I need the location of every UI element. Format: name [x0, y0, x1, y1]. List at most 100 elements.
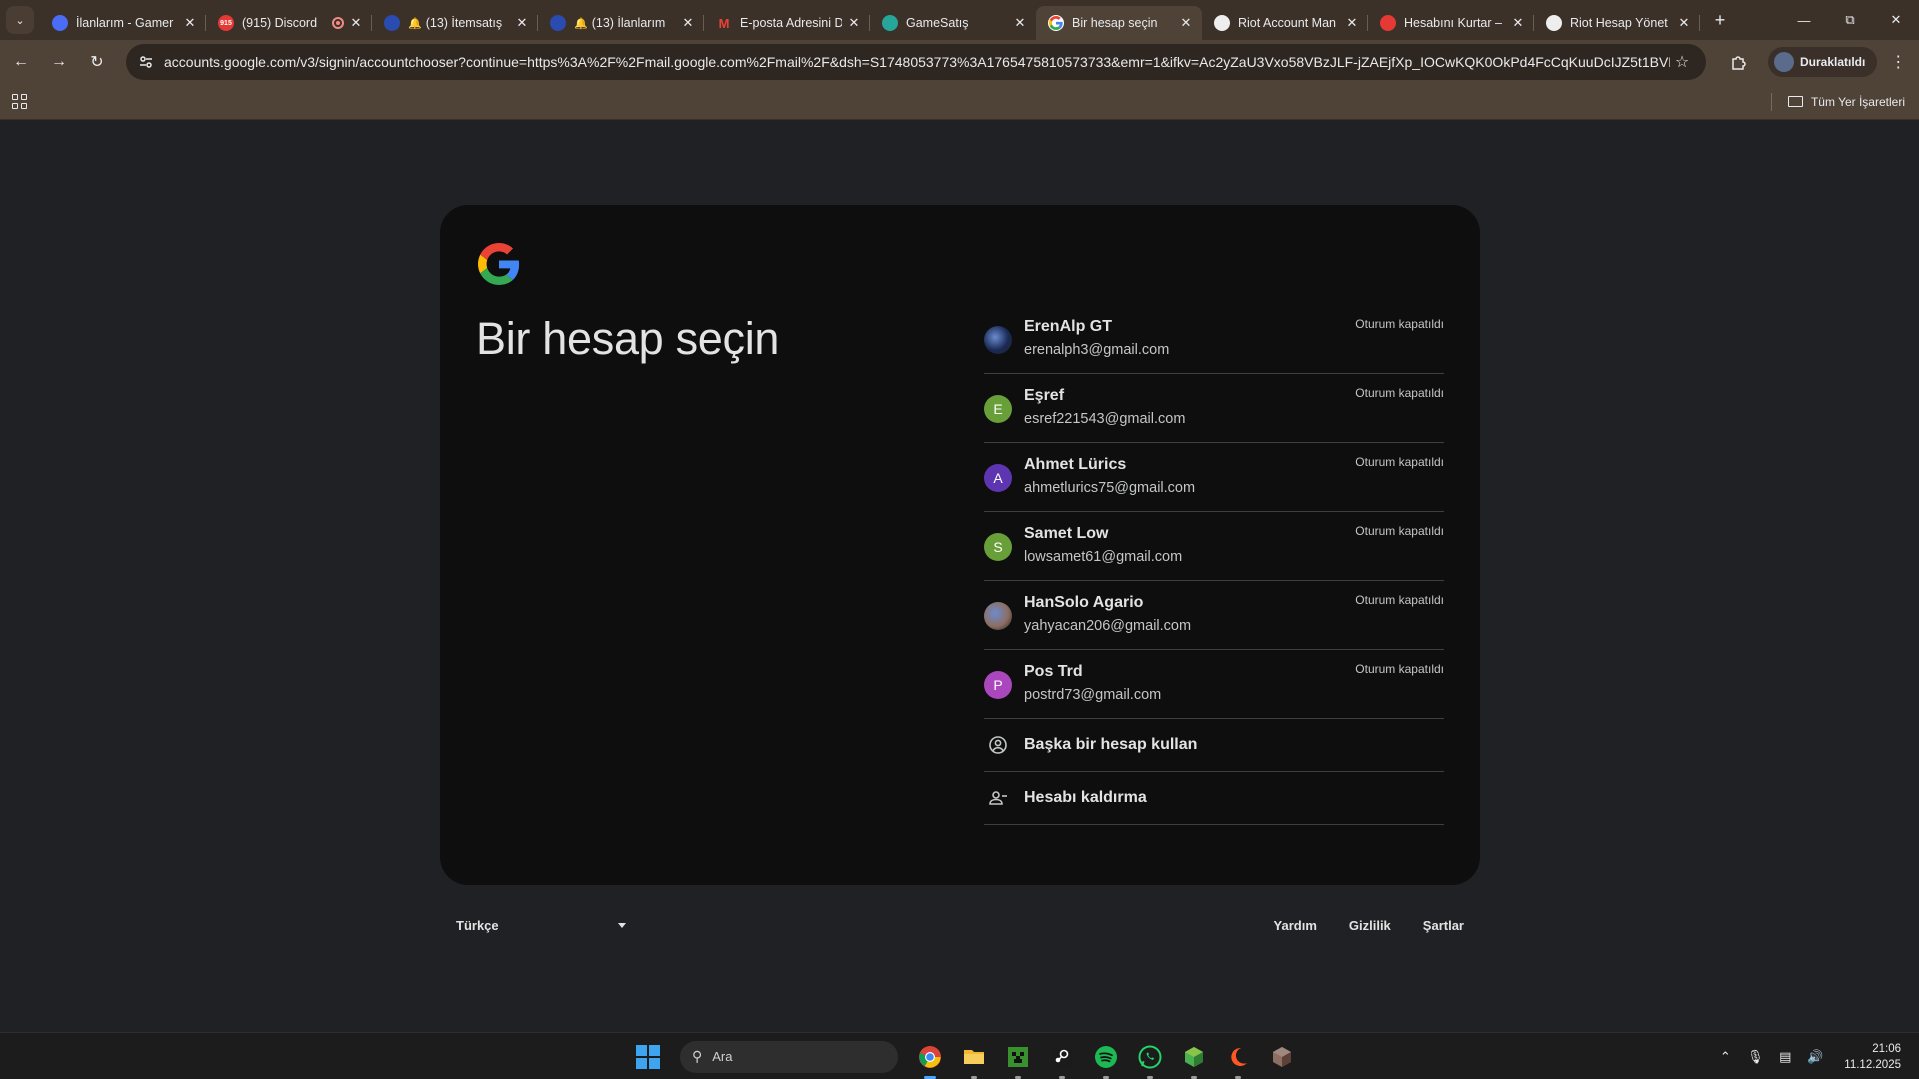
browser-tab[interactable]: 🔔 (13) İlanlarım ✕: [538, 6, 704, 40]
close-icon[interactable]: ✕: [680, 15, 696, 31]
account-email: erenalph3@gmail.com: [1024, 342, 1170, 358]
chrome-icon[interactable]: [914, 1041, 946, 1079]
account-row[interactable]: ErenAlp GT erenalph3@gmail.com Oturum kapa…: [984, 305, 1444, 374]
signed-out-status: Oturum kapatıldı: [1355, 386, 1444, 400]
clock-date: 11.12.2025: [1844, 1058, 1901, 1071]
kebab-menu-icon[interactable]: ⋮: [1883, 52, 1913, 72]
account-row[interactable]: S Samet Low lowsamet61@gmail.com Oturum kap…: [984, 512, 1444, 581]
browser-tab[interactable]: Riot Hesap Yönet ✕: [1534, 6, 1700, 40]
windows-taskbar: ⚲ Ara ⌃ 🎙 ▤ 🔊 21:06 11.12.2025: [0, 1032, 1919, 1079]
close-icon[interactable]: ✕: [182, 15, 198, 31]
system-tray: ⌃ 🎙 ▤ 🔊 21:06 11.12.2025: [1710, 1033, 1901, 1079]
minecraft-launcher-icon[interactable]: [1266, 1041, 1298, 1073]
language-selector[interactable]: Türkçe: [456, 918, 626, 933]
minimize-button[interactable]: —: [1781, 0, 1827, 40]
tab-list: İlanlarım - Gamer ✕ 915 (915) Discord ✕ 🔔 (13)…: [40, 0, 1700, 40]
tab-title: Riot Account Man: [1238, 16, 1336, 30]
new-tab-button[interactable]: +: [1704, 10, 1736, 31]
close-icon[interactable]: ✕: [1510, 15, 1526, 31]
volume-icon[interactable]: 🔊: [1800, 1049, 1830, 1065]
profile-button[interactable]: Duraklatıldı: [1768, 47, 1878, 77]
extensions-puzzle-icon[interactable]: [1722, 45, 1756, 79]
apps-grid-icon[interactable]: [12, 93, 28, 110]
spotify-icon[interactable]: [1090, 1041, 1122, 1079]
clock-time: 21:06: [1872, 1042, 1901, 1055]
account-row[interactable]: P Pos Trd postrd73@gmail.com Oturum kapatıl…: [984, 650, 1444, 719]
browser-tab[interactable]: GameSatış ✕: [870, 6, 1036, 40]
close-icon[interactable]: ✕: [1012, 15, 1028, 31]
arrow-right-icon: →: [51, 53, 67, 70]
itemsatis-icon: [384, 15, 400, 31]
search-icon: ⚲: [692, 1048, 703, 1064]
footer-links: Yardım Gizlilik Şartlar: [1274, 918, 1464, 933]
avatar-initial: E: [993, 401, 1003, 417]
browser-tab[interactable]: 915 (915) Discord ✕: [206, 6, 372, 40]
itemsatis-icon: [550, 15, 566, 31]
window-controls: — ⧉ ✕: [1781, 0, 1919, 40]
reload-button[interactable]: ↻: [80, 45, 114, 79]
terms-link[interactable]: Şartlar: [1423, 918, 1464, 933]
close-icon[interactable]: ✕: [1676, 15, 1692, 31]
bookmark-star-icon[interactable]: ☆: [1670, 52, 1694, 72]
avatar: A: [984, 464, 1012, 492]
forward-button[interactable]: →: [42, 45, 76, 79]
moon-app-icon[interactable]: [1222, 1041, 1254, 1079]
browser-tab[interactable]: Riot Account Man ✕: [1202, 6, 1368, 40]
browser-tab[interactable]: M E-posta Adresini D ✕: [704, 6, 870, 40]
account-row[interactable]: E Eşref esref221543@gmail.com Oturum kapatı…: [984, 374, 1444, 443]
avatar-initial: A: [993, 470, 1003, 486]
address-bar[interactable]: accounts.google.com/v3/signin/accountcho…: [126, 44, 1706, 80]
chevron-up-icon[interactable]: ⌃: [1710, 1049, 1740, 1065]
browser-tab[interactable]: 🔔 (13) İtemsatış ✕: [372, 6, 538, 40]
bell-icon: 🔔: [574, 17, 588, 30]
taskbar-search[interactable]: ⚲ Ara: [680, 1040, 898, 1073]
riot-icon: [1546, 15, 1562, 31]
remove-account-button-label: Hesabı kaldırma: [1024, 789, 1147, 806]
close-window-button[interactable]: ✕: [1873, 0, 1919, 40]
all-bookmarks-link[interactable]: Tüm Yer İşaretleri: [1811, 95, 1905, 109]
url-text[interactable]: accounts.google.com/v3/signin/accountcho…: [164, 54, 1670, 70]
close-icon[interactable]: ✕: [846, 15, 862, 31]
bell-icon: 🔔: [408, 17, 422, 30]
whatsapp-icon[interactable]: [1134, 1041, 1166, 1079]
microphone-icon[interactable]: 🎙: [1740, 1049, 1770, 1065]
close-icon[interactable]: ✕: [1344, 15, 1360, 31]
person-remove-icon: [984, 788, 1012, 808]
avatar-initial: P: [993, 677, 1003, 693]
use-another-account-button-label: Başka bir hesap kullan: [1024, 736, 1198, 753]
browser-tab[interactable]: İlanlarım - Gamer ✕: [40, 6, 206, 40]
use-another-account-button[interactable]: Başka bir hesap kullan: [984, 719, 1444, 772]
remove-account-button[interactable]: Hesabı kaldırma: [984, 772, 1444, 825]
page-footer: Türkçe Yardım Gizlilik Şartlar: [440, 905, 1480, 945]
browser-tab[interactable]: Hesabını Kurtar – ✕: [1368, 6, 1534, 40]
close-icon[interactable]: ✕: [514, 15, 530, 31]
site-info-icon[interactable]: [134, 50, 158, 74]
account-row[interactable]: A Ahmet Lürics ahmetlurics75@gmail.com Otur…: [984, 443, 1444, 512]
restore-button[interactable]: ⧉: [1827, 0, 1873, 40]
signed-out-status: Oturum kapatıldı: [1355, 593, 1444, 607]
minecraft-icon[interactable]: [1002, 1041, 1034, 1079]
help-link[interactable]: Yardım: [1274, 918, 1317, 933]
tab-search-button[interactable]: ⌄: [6, 6, 34, 34]
account-row[interactable]: HanSolo Agario yahyacan206@gmail.com Oturu…: [984, 581, 1444, 650]
account-email: yahyacan206@gmail.com: [1024, 618, 1192, 634]
signed-out-status: Oturum kapatıldı: [1355, 317, 1444, 331]
steam-icon[interactable]: [1046, 1041, 1078, 1079]
clock[interactable]: 21:06 11.12.2025: [1844, 1041, 1901, 1073]
windows-start-icon[interactable]: [636, 1044, 660, 1069]
browser-tab[interactable]: Bir hesap seçin ✕: [1036, 6, 1202, 40]
taskbar-apps: [908, 1041, 1304, 1079]
file-explorer-icon[interactable]: [958, 1041, 990, 1079]
back-button[interactable]: ←: [4, 45, 38, 79]
tab-title: (915) Discord: [242, 16, 318, 30]
close-icon[interactable]: ✕: [348, 15, 364, 31]
language-label: Türkçe: [456, 917, 499, 933]
profile-avatar: [1774, 52, 1794, 72]
network-icon[interactable]: ▤: [1770, 1049, 1800, 1065]
google-icon: [1048, 15, 1064, 31]
bookmarks-bar: Tüm Yer İşaretleri: [0, 84, 1919, 120]
account-chooser-card: Bir hesap seçin ErenAlp GT erenalph3@gmai…: [440, 205, 1480, 885]
privacy-link[interactable]: Gizlilik: [1349, 918, 1391, 933]
game-cube-icon[interactable]: [1178, 1041, 1210, 1079]
close-icon[interactable]: ✕: [1178, 15, 1194, 31]
